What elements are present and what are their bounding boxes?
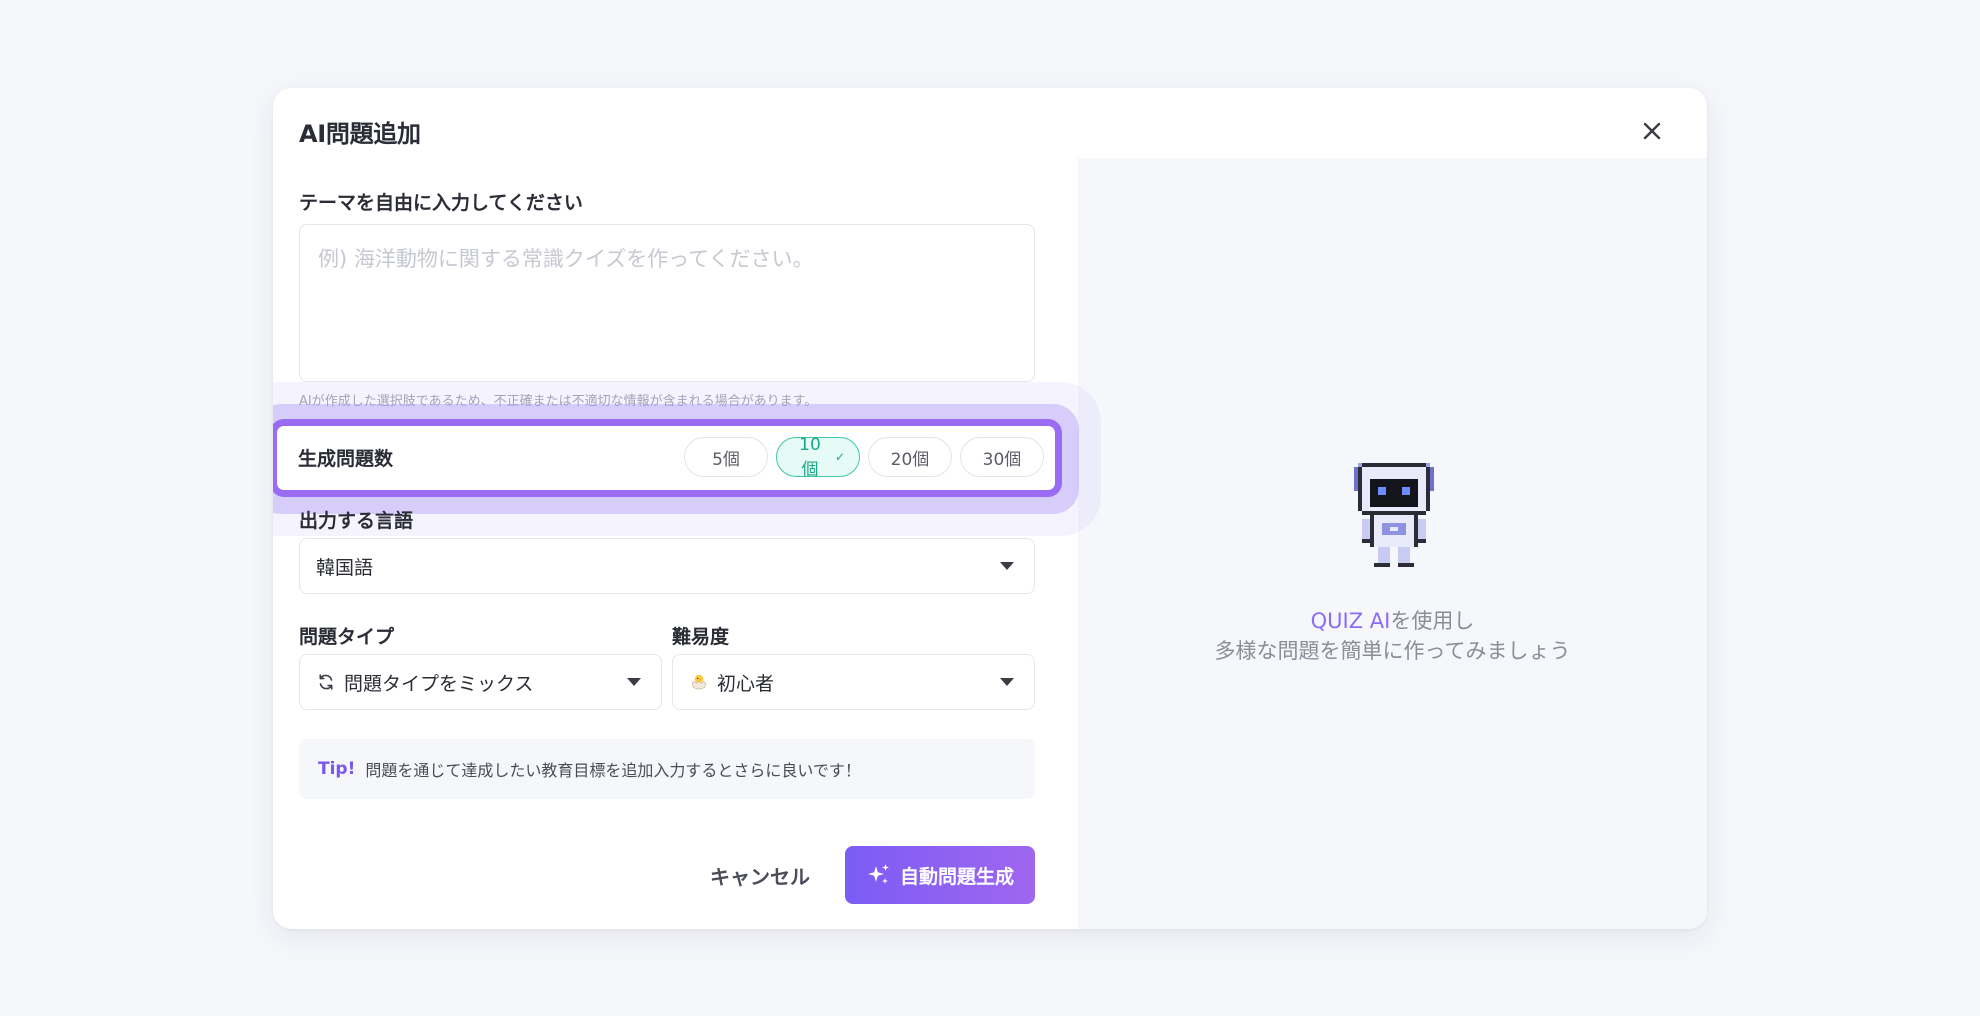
- robot-mascot-icon: [1354, 463, 1434, 567]
- count-option-30[interactable]: 30個: [960, 437, 1044, 477]
- close-button[interactable]: [1637, 116, 1667, 146]
- question-type-label: 問題タイプ: [299, 626, 395, 648]
- theme-input[interactable]: [299, 224, 1035, 382]
- chevron-down-icon: [627, 678, 641, 686]
- question-type-value: 問題タイプをミックス: [344, 672, 534, 695]
- language-label: 出力する言語: [299, 510, 414, 532]
- difficulty-value: 初心者: [717, 672, 775, 695]
- language-value: 韓国語: [316, 556, 374, 579]
- promo-line2: 多様な問題を簡単に作ってみましょう: [1214, 639, 1571, 663]
- auto-generate-button[interactable]: 自動問題生成: [845, 846, 1035, 904]
- promo-line1-suffix: を使用し: [1390, 609, 1475, 633]
- question-count-row: 生成問題数 5個 10個 ✓ 20個 30個: [273, 419, 1062, 497]
- question-type-select[interactable]: 問題タイプをミックス: [299, 654, 662, 710]
- promo-text: QUIZ AIを使用し 多様な問題を簡単に作ってみましょう: [1078, 606, 1707, 666]
- promo-panel: QUIZ AIを使用し 多様な問題を簡単に作ってみましょう: [1078, 158, 1707, 929]
- difficulty-select[interactable]: 初心者: [672, 654, 1035, 710]
- modal-title: AI問題追加: [299, 120, 421, 148]
- count-option-20[interactable]: 20個: [868, 437, 952, 477]
- count-option-10[interactable]: 10個 ✓: [776, 435, 860, 480]
- cancel-button[interactable]: キャンセル: [705, 846, 815, 904]
- tip-label: Tip!: [318, 759, 356, 779]
- chevron-down-icon: [1000, 562, 1014, 570]
- chevron-down-icon: [1000, 678, 1014, 686]
- auto-generate-label: 自動問題生成: [899, 865, 1014, 888]
- count-option-5[interactable]: 5個: [684, 437, 768, 477]
- question-count-options: 5個 10個 ✓ 20個 30個: [684, 435, 1044, 480]
- promo-brand: QUIZ AI: [1310, 609, 1391, 633]
- refresh-icon: [316, 672, 336, 692]
- theme-label: テーマを自由に入力してください: [299, 192, 583, 214]
- tip-box: Tip! 問題を通じて達成したい教育目標を追加入力するとさらに良いです！: [299, 739, 1035, 799]
- check-icon: ✓: [834, 450, 845, 464]
- hatching-chick-icon: [689, 672, 709, 692]
- question-count-label: 生成問題数: [298, 448, 394, 470]
- language-select[interactable]: 韓国語: [299, 538, 1035, 594]
- sparkles-icon: [867, 864, 889, 884]
- ai-question-add-modal: AI問題追加 QUIZ AIを使用し 多様な問題を簡単に作ってみましょう テーマ…: [273, 88, 1707, 929]
- close-icon: [1643, 122, 1661, 140]
- difficulty-label: 難易度: [672, 626, 730, 648]
- tip-text: 問題を通じて達成したい教育目標を追加入力するとさらに良いです！: [365, 761, 861, 780]
